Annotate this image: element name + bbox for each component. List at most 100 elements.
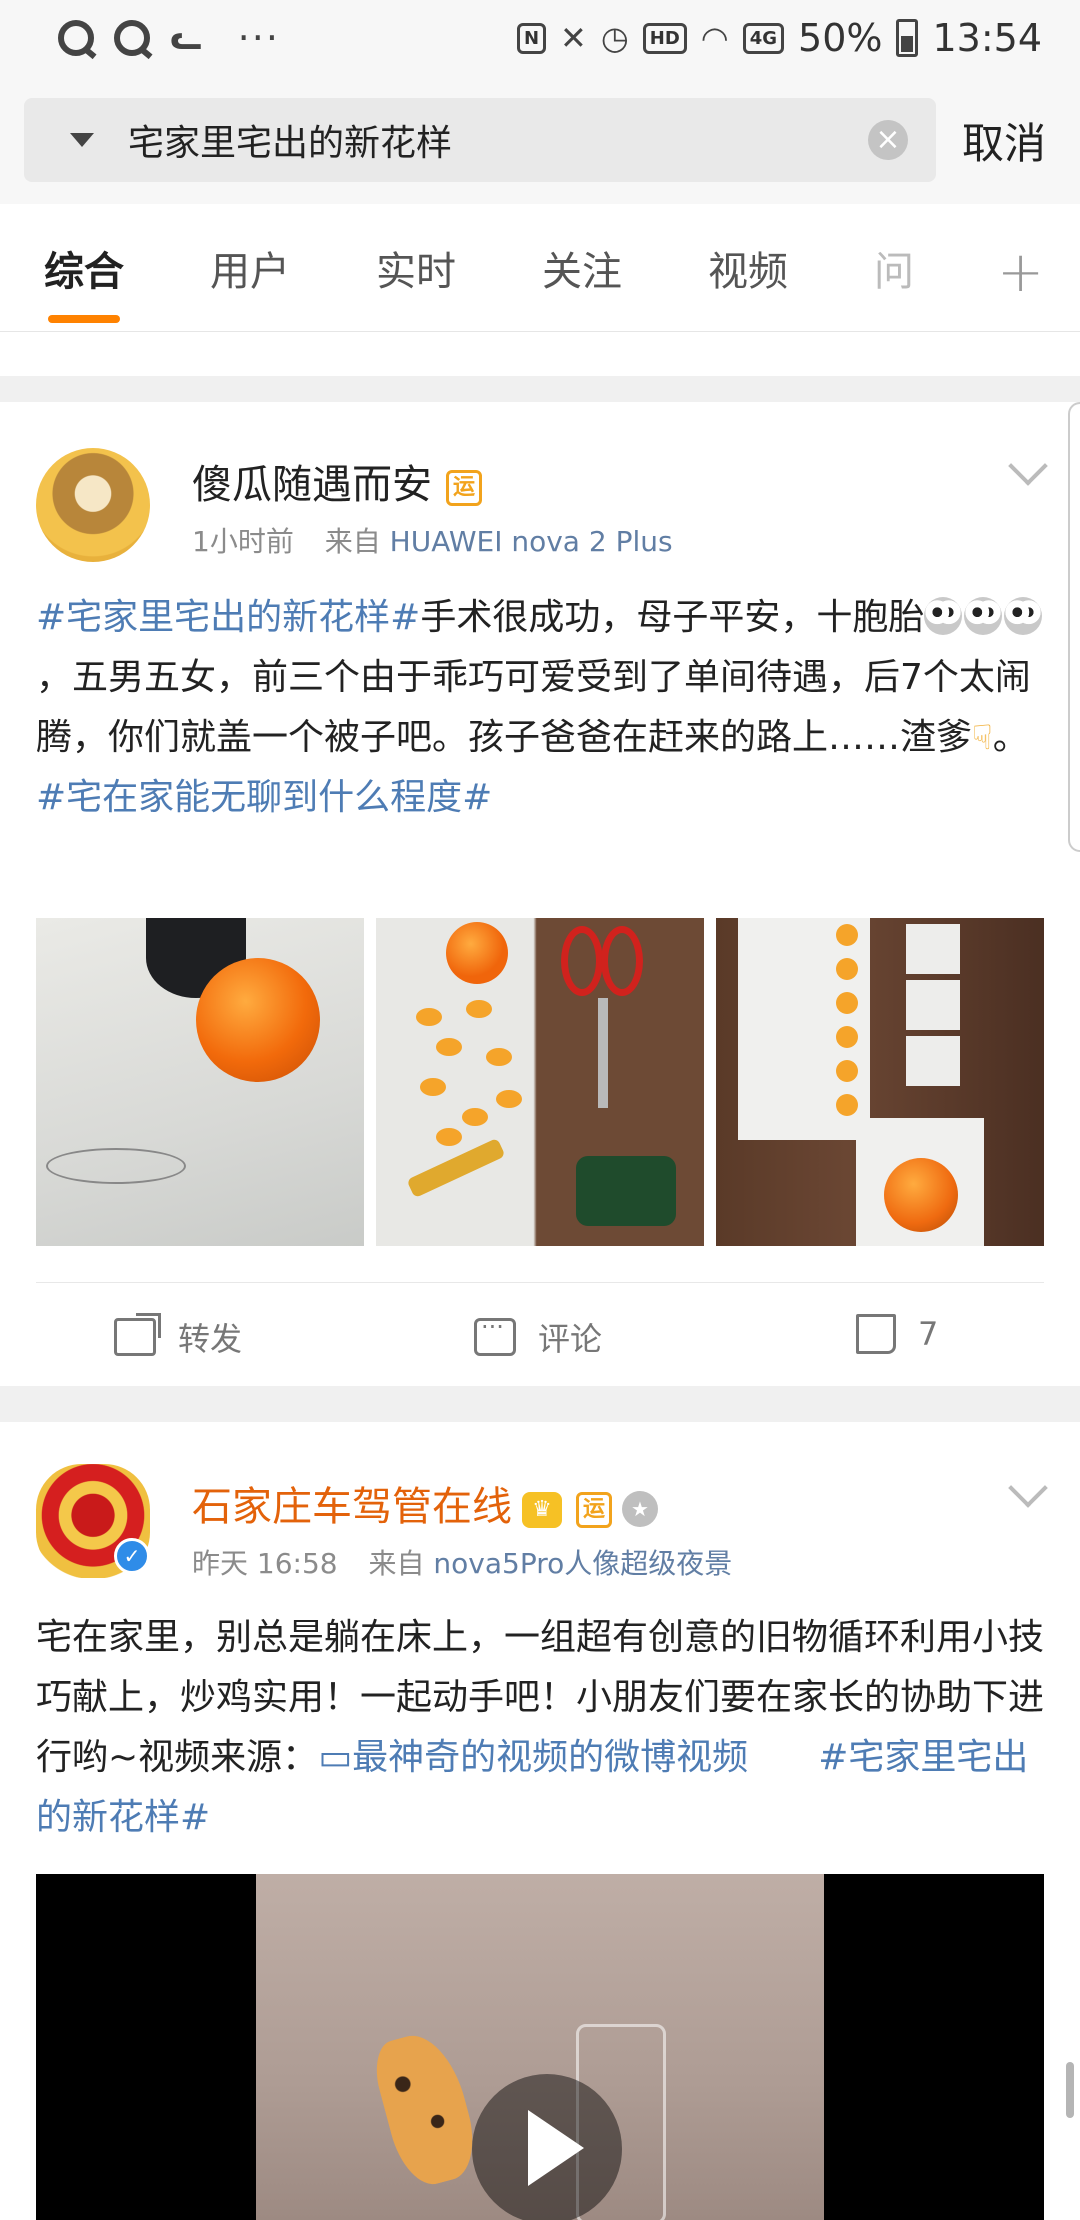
post-image[interactable] (716, 918, 1044, 1246)
search-header: 宅家里宅出的新花样 × 取消 (0, 76, 1080, 204)
image-detail (836, 1094, 858, 1116)
post-time: 1小时前 (192, 525, 294, 558)
search-input[interactable]: 宅家里宅出的新花样 × (24, 98, 936, 182)
image-detail (196, 958, 320, 1082)
hashtag-link[interactable]: #宅家里宅出的新花样# (36, 597, 420, 638)
image-detail (420, 1078, 446, 1096)
battery-percent: 50% (798, 16, 883, 60)
tab-following[interactable]: 关注 (542, 239, 622, 297)
side-panel-handle[interactable] (1068, 402, 1080, 852)
image-detail (486, 1048, 512, 1066)
mute-icon: ✕ (560, 19, 587, 57)
image-detail (466, 1000, 492, 1018)
dropdown-triangle-icon[interactable] (70, 133, 94, 147)
medal-badge-icon: ★ (622, 1491, 658, 1527)
yun-badge-icon: 运 (576, 1492, 612, 1528)
emoji-icon (1004, 597, 1043, 635)
post-text-body: 手术很成功，母子平安，十胞胎 (420, 597, 925, 638)
post-image[interactable] (36, 918, 364, 1246)
post-time: 昨天 16:58 (192, 1547, 338, 1580)
battery-icon (896, 19, 919, 57)
image-detail (446, 922, 508, 984)
scrollbar[interactable] (1066, 2062, 1074, 2118)
image-detail (496, 1090, 522, 1108)
previous-post-tail (0, 332, 1080, 376)
add-tab-icon[interactable]: + (997, 240, 1044, 305)
post-username[interactable]: 傻瓜随遇而安运 (192, 452, 482, 510)
post-meta: 昨天 16:58 来自 nova5Pro人像超级夜景 (192, 1542, 732, 1582)
post-device[interactable]: nova5Pro人像超级夜景 (433, 1547, 732, 1580)
status-bar: ᓚ ··· N ✕ ◷ HD ◠ 4G 50% 13:54 (0, 0, 1080, 76)
video-source-link[interactable]: ▭最神奇的视频的微博视频 (318, 1737, 748, 1778)
image-detail (836, 924, 858, 946)
post-username[interactable]: 石家庄车驾管在线 ♛ 运 ★ (192, 1474, 658, 1532)
image-detail (906, 1036, 960, 1086)
like-button[interactable]: 7 (856, 1314, 938, 1354)
image-detail (576, 1156, 676, 1226)
post-text-body: ，五男五女，前三个由于乖巧可爱受到了单间待遇，后7个太闹腾，你们就盖一个被子吧。… (36, 657, 1031, 758)
username-text[interactable]: 石家庄车驾管在线 (192, 1484, 512, 1530)
image-detail (406, 1137, 506, 1199)
image-detail (436, 1038, 462, 1056)
tab-questions[interactable]: 问 (874, 239, 914, 297)
yun-badge-icon: 运 (446, 470, 482, 506)
video-player[interactable] (36, 1874, 1044, 2220)
verified-icon: ✓ (114, 1538, 150, 1574)
post-device[interactable]: HUAWEI nova 2 Plus (390, 525, 673, 558)
tab-realtime[interactable]: 实时 (376, 239, 456, 297)
cancel-button[interactable]: 取消 (962, 110, 1046, 171)
tab-video[interactable]: 视频 (708, 239, 788, 297)
post-text: #宅家里宅出的新花样#手术很成功，母子平安，十胞胎 ，五男五女，前三个由于乖巧可爱… (36, 588, 1046, 828)
repost-label: 转发 (178, 1320, 243, 1358)
comment-icon (474, 1313, 516, 1356)
search-query[interactable]: 宅家里宅出的新花样 (128, 114, 868, 166)
status-right: N ✕ ◷ HD ◠ 4G 50% 13:54 (516, 16, 1042, 60)
comment-label: 评论 (538, 1320, 603, 1358)
image-detail (906, 980, 960, 1030)
tab-bar: 综合 用户 实时 关注 视频 问 + (0, 204, 1080, 332)
divider (36, 1282, 1044, 1283)
wifi-icon: ◠ (700, 19, 729, 57)
feed-gap (0, 1386, 1080, 1422)
image-detail (598, 998, 608, 1108)
clear-icon[interactable]: × (868, 120, 908, 160)
repost-button[interactable]: 转发 (114, 1313, 243, 1360)
avatar[interactable] (36, 448, 150, 562)
image-detail (416, 1008, 442, 1026)
search-app-icon (58, 20, 94, 56)
image-detail (906, 924, 960, 974)
image-detail (462, 1108, 488, 1126)
clock: 13:54 (932, 16, 1042, 60)
weibo-icon: ᓚ (170, 18, 202, 58)
username-text[interactable]: 傻瓜随遇而安 (192, 462, 432, 508)
post-text-body: 。 (992, 717, 1029, 758)
play-icon[interactable] (472, 2074, 622, 2220)
emoji-icon (924, 597, 963, 635)
image-detail (836, 992, 858, 1014)
search-app-icon (114, 20, 150, 56)
nfc-icon: N (516, 22, 547, 54)
image-detail (561, 926, 603, 996)
tab-users[interactable]: 用户 (210, 239, 290, 297)
image-detail (836, 958, 858, 980)
image-detail (836, 1026, 858, 1048)
alarm-icon: ◷ (600, 19, 629, 57)
tab-comprehensive[interactable]: 综合 (44, 239, 124, 323)
hd-icon: HD (642, 22, 687, 54)
post-text: 宅在家里，别总是躺在床上，一组超有创意的旧物循环利用小技巧献上，炒鸡实用！一起动… (36, 1608, 1046, 1848)
emoji-icon (964, 597, 1003, 635)
post-source-label: 来自 (324, 525, 381, 558)
more-dots-icon: ··· (237, 16, 280, 60)
image-detail (836, 1060, 858, 1082)
like-count: 7 (918, 1315, 939, 1353)
image-detail (436, 1128, 462, 1146)
post-meta: 1小时前 来自 HUAWEI nova 2 Plus (192, 520, 673, 560)
hashtag-link[interactable]: #宅在家能无聊到什么程度# (36, 777, 492, 818)
image-detail (46, 1148, 186, 1184)
thumbs-up-icon (856, 1314, 896, 1354)
crown-badge-icon: ♛ (522, 1492, 562, 1528)
signal-icon: 4G (742, 22, 785, 54)
post-image[interactable] (376, 918, 704, 1246)
comment-button[interactable]: 评论 (474, 1313, 603, 1360)
share-icon (114, 1313, 161, 1356)
